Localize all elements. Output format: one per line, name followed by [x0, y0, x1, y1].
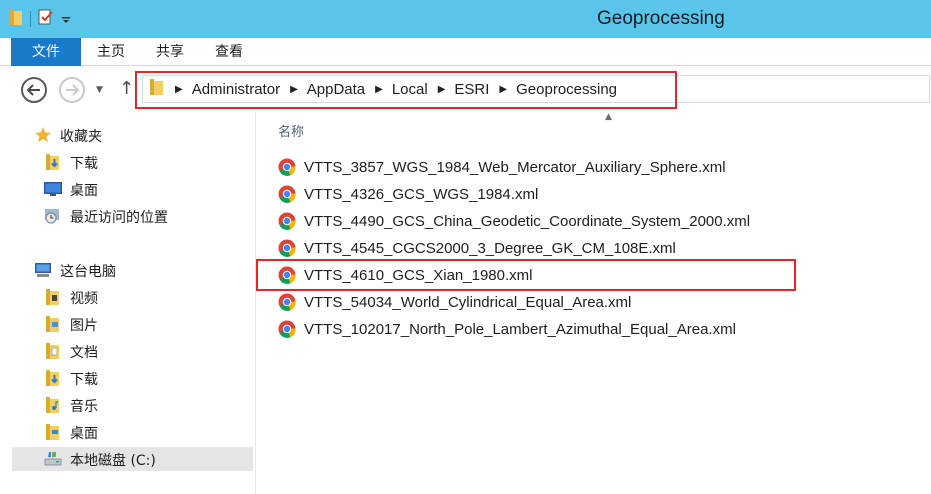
- sidebar-item-desktop[interactable]: 桌面: [0, 177, 255, 201]
- sidebar-item-label: 收藏夹: [60, 129, 102, 145]
- file-row[interactable]: VTTS_54034_World_Cylindrical_Equal_Area.…: [278, 289, 631, 315]
- navigation-pane: 收藏夹 下载 桌面 最近访问的位置 这台电脑 视频 图片 文档 下载 音乐 桌面: [0, 112, 255, 494]
- sidebar-item-recent-places[interactable]: 最近访问的位置: [0, 204, 255, 228]
- recent-places-icon: [45, 209, 59, 224]
- tab-share[interactable]: 共享: [153, 38, 187, 66]
- sidebar-item-label: 下载: [70, 372, 98, 388]
- sidebar-item-label: 这台电脑: [60, 264, 116, 280]
- file-highlight-box: [256, 259, 796, 291]
- star-icon: [35, 127, 51, 143]
- sidebar-item-downloads-pc[interactable]: 下载: [0, 366, 255, 390]
- tab-file[interactable]: 文件: [11, 38, 81, 66]
- desktop-folder-icon: [46, 424, 59, 440]
- download-folder-icon: [46, 370, 59, 386]
- file-name: VTTS_102017_North_Pole_Lambert_Azimuthal…: [304, 320, 736, 338]
- ribbon-tabs: 文件 主页 共享 查看: [0, 38, 931, 66]
- file-name: VTTS_3857_WGS_1984_Web_Mercator_Auxiliar…: [304, 158, 726, 176]
- documents-folder-icon: [46, 343, 59, 359]
- chrome-file-icon: [278, 293, 296, 311]
- tab-view[interactable]: 查看: [212, 38, 246, 66]
- pictures-folder-icon: [46, 316, 59, 332]
- up-arrow-icon[interactable]: ↑: [119, 78, 134, 99]
- sidebar-item-label: 桌面: [70, 183, 98, 199]
- file-name: VTTS_4490_GCS_China_Geodetic_Coordinate_…: [304, 212, 751, 230]
- videos-folder-icon: [46, 289, 59, 305]
- sidebar-item-downloads[interactable]: 下载: [0, 150, 255, 174]
- sidebar-item-label: 下载: [70, 156, 98, 172]
- sidebar-item-documents[interactable]: 文档: [0, 339, 255, 363]
- file-row[interactable]: VTTS_4490_GCS_China_Geodetic_Coordinate_…: [278, 208, 750, 234]
- sidebar-item-desktop-pc[interactable]: 桌面: [0, 420, 255, 444]
- file-row[interactable]: VTTS_4326_GCS_WGS_1984.xml: [278, 181, 538, 207]
- sidebar-item-label: 桌面: [70, 426, 98, 442]
- sidebar-item-label: 最近访问的位置: [70, 210, 168, 226]
- address-highlight-box: [135, 71, 677, 109]
- chrome-file-icon: [278, 212, 296, 230]
- file-row[interactable]: VTTS_4545_CGCS2000_3_Degree_GK_CM_108E.x…: [278, 235, 676, 261]
- sidebar-item-local-disk-c[interactable]: 本地磁盘 (C:): [12, 447, 253, 471]
- chrome-file-icon: [278, 185, 296, 203]
- file-list: ▲ 名称 VTTS_3857_WGS_1984_Web_Mercator_Aux…: [256, 112, 931, 494]
- back-button[interactable]: [21, 77, 47, 103]
- chrome-file-icon: [278, 239, 296, 257]
- forward-arrow-icon: [66, 84, 79, 96]
- download-folder-icon: [46, 154, 59, 170]
- column-header-name[interactable]: 名称: [278, 121, 304, 140]
- desktop-icon: [44, 182, 62, 196]
- sidebar-item-music[interactable]: 音乐: [0, 393, 255, 417]
- chrome-file-icon: [278, 320, 296, 338]
- sidebar-item-this-pc[interactable]: 这台电脑: [0, 258, 255, 282]
- chrome-file-icon: [278, 158, 296, 176]
- sidebar-item-videos[interactable]: 视频: [0, 285, 255, 309]
- forward-button[interactable]: [59, 77, 85, 103]
- tab-home[interactable]: 主页: [94, 38, 128, 66]
- title-bar: Geoprocessing: [0, 0, 931, 38]
- file-name: VTTS_4545_CGCS2000_3_Degree_GK_CM_108E.x…: [304, 239, 676, 257]
- file-row[interactable]: VTTS_102017_North_Pole_Lambert_Azimuthal…: [278, 316, 736, 342]
- quick-access-toolbar: [8, 6, 71, 32]
- toolbar-separator: [30, 11, 31, 27]
- sidebar-item-pictures[interactable]: 图片: [0, 312, 255, 336]
- sidebar-item-label: 图片: [70, 318, 98, 334]
- computer-icon: [35, 263, 51, 277]
- file-name: VTTS_54034_World_Cylindrical_Equal_Area.…: [304, 293, 632, 311]
- window-title: Geoprocessing: [597, 8, 725, 29]
- back-arrow-icon: [27, 84, 40, 96]
- sort-ascending-icon: ▲: [605, 112, 612, 122]
- sidebar-item-label: 视频: [70, 291, 98, 307]
- sidebar-item-label: 文档: [70, 345, 98, 361]
- folder-icon[interactable]: [8, 8, 24, 30]
- properties-icon[interactable]: [37, 8, 55, 30]
- local-disk-icon: [44, 452, 62, 466]
- music-folder-icon: [46, 397, 59, 413]
- recent-locations-chevron-down-icon[interactable]: ▼: [96, 85, 103, 95]
- sidebar-item-label: 本地磁盘 (C:): [70, 453, 156, 469]
- file-row[interactable]: VTTS_3857_WGS_1984_Web_Mercator_Auxiliar…: [278, 154, 726, 180]
- sidebar-item-label: 音乐: [70, 399, 98, 415]
- file-name: VTTS_4326_GCS_WGS_1984.xml: [304, 185, 539, 203]
- sidebar-item-favorites[interactable]: 收藏夹: [0, 123, 255, 147]
- dropdown-icon[interactable]: [61, 10, 71, 29]
